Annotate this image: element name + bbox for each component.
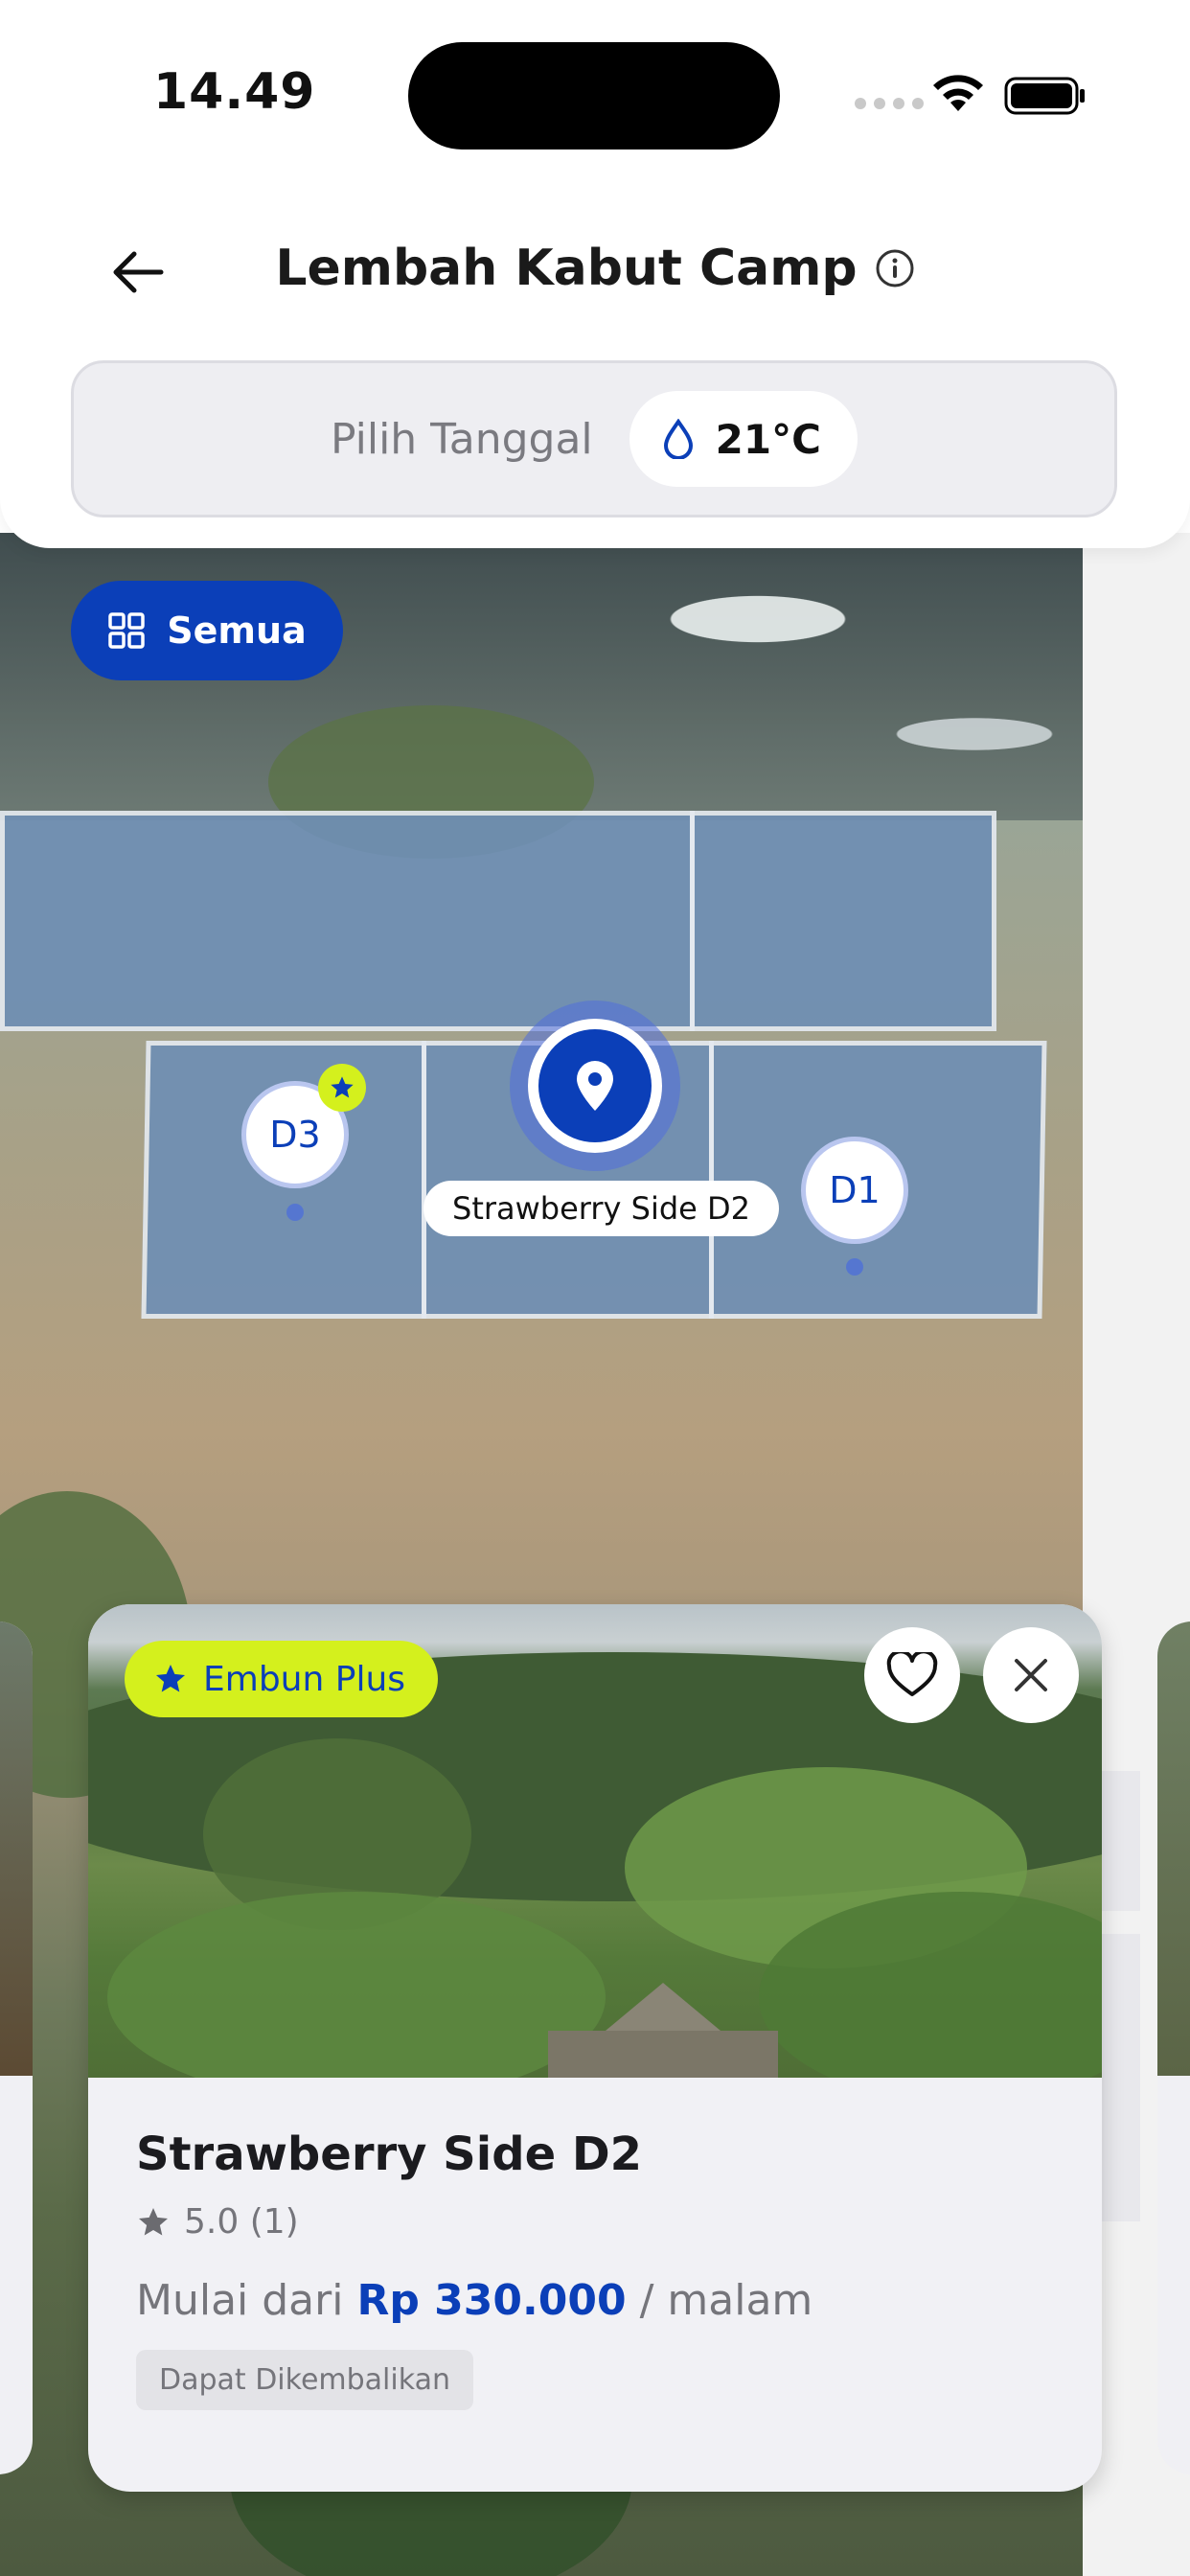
pin-label: D1 (829, 1169, 881, 1211)
date-picker[interactable]: Pilih Tanggal 21°C (71, 360, 1117, 518)
card-details: Strawberry Side D2 5.0 (1) Mulai dari Rp… (88, 2078, 1102, 2410)
price-prefix: Mulai dari (136, 2276, 344, 2325)
wifi-icon (933, 75, 983, 111)
dynamic-island (408, 42, 780, 150)
map-pin-selected[interactable] (510, 1000, 680, 1171)
info-icon[interactable] (875, 248, 915, 288)
title-row: Lembah Kabut Camp (0, 240, 1190, 297)
heart-icon (886, 1652, 938, 1696)
featured-star-badge (318, 1064, 366, 1112)
next-card[interactable] (1157, 1622, 1190, 2474)
temperature-value: 21°C (715, 415, 821, 463)
refundable-tag: Dapat Dikembalikan (136, 2350, 473, 2410)
spot-name: Strawberry Side D2 (136, 2128, 643, 2181)
spot-photo: Embun Plus (88, 1604, 1102, 2078)
rating-row: 5.0 (1) (136, 2202, 1054, 2242)
temperature-pill: 21°C (629, 391, 858, 487)
price-value: Rp 330.000 (356, 2276, 627, 2325)
location-pin-icon (577, 1061, 613, 1111)
price-row: Mulai dari Rp 330.000 / malam (136, 2276, 1054, 2325)
page-title: Lembah Kabut Camp (275, 240, 858, 297)
previous-card[interactable] (0, 1622, 33, 2474)
battery-icon (1004, 77, 1085, 115)
price-suffix: / malam (639, 2276, 813, 2325)
filter-all-label: Semua (167, 610, 307, 652)
close-button[interactable] (983, 1627, 1079, 1723)
favorite-button[interactable] (864, 1627, 960, 1723)
date-placeholder: Pilih Tanggal (331, 414, 593, 464)
pin-label: D3 (269, 1114, 321, 1156)
close-icon (1015, 1659, 1047, 1691)
star-rating-icon (139, 2207, 168, 2235)
filter-all-button[interactable]: Semua (71, 581, 343, 680)
water-drop-icon (663, 419, 693, 459)
badge-label: Embun Plus (203, 1659, 406, 1699)
rating-value: 5.0 (1) (184, 2202, 299, 2242)
star-icon (331, 1076, 354, 1098)
pin-anchor-dot (286, 1204, 304, 1221)
grid-icon (108, 612, 146, 649)
pin-anchor-dot (846, 1258, 863, 1276)
embun-plus-badge: Embun Plus (125, 1641, 439, 1717)
header: 14.49 Lembah Kabut Camp Pilih Tanggal 21… (0, 0, 1190, 548)
selected-pin-label: Strawberry Side D2 (423, 1181, 780, 1236)
status-time: 14.49 (153, 63, 316, 121)
signal-icon (855, 98, 924, 109)
map-pin-d1[interactable]: D1 (801, 1137, 908, 1244)
star-icon (156, 1665, 185, 1692)
spot-card[interactable]: Embun Plus Strawberry Side D2 5.0 (1) Mu… (88, 1604, 1102, 2492)
map-court-upper (0, 811, 996, 1031)
